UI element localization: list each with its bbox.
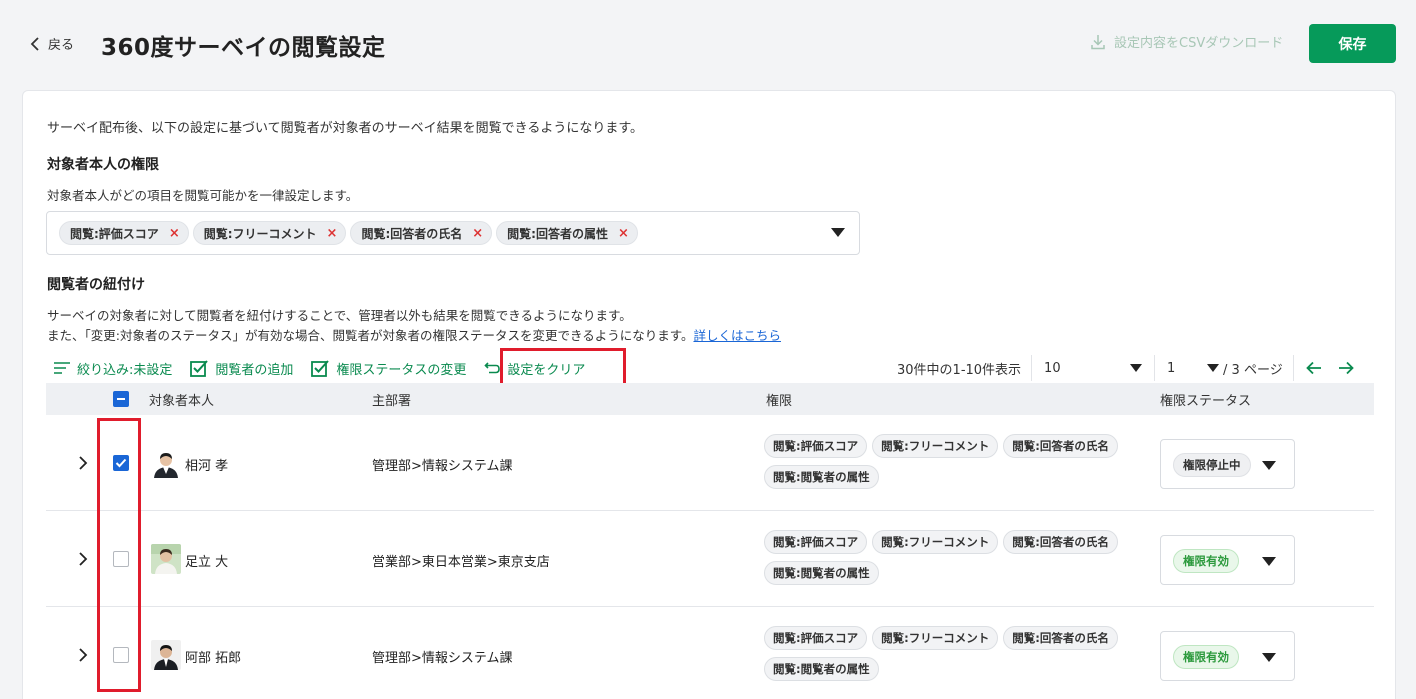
select-all-checkbox[interactable]: [113, 391, 129, 407]
permission-chip: 閲覧:評価スコア: [764, 626, 868, 650]
self-permission-multiselect[interactable]: 閲覧:評価スコア × 閲覧:フリーコメント × 閲覧:回答者の氏名 × 閲覧:回答者の…: [46, 211, 860, 255]
settings-card: サーベイ配布後、以下の設定に基づいて閲覧者が対象者のサーベイ結果を閲覧できるよう…: [22, 90, 1396, 699]
caret-down-icon: [1130, 364, 1143, 372]
arrow-left-icon[interactable]: [1305, 361, 1322, 375]
self-permission-heading: 対象者本人の権限: [47, 157, 159, 173]
avatar: [151, 544, 181, 574]
subject-name: 阿部 拓郎: [185, 651, 242, 666]
checkbox-column-highlight: [97, 418, 141, 692]
caret-down-icon[interactable]: [831, 228, 845, 237]
chevron-left-icon: [30, 36, 39, 51]
total-pages: / 3 ページ: [1223, 362, 1283, 378]
permission-chip: 閲覧:閲覧者の属性: [764, 561, 879, 585]
back-button[interactable]: 戻る: [30, 34, 74, 53]
divider: [1292, 355, 1294, 381]
avatar: [151, 448, 181, 478]
table-row: 阿部 拓郎 管理部>情報システム課 閲覧:評価スコア 閲覧:フリーコメント 閲覧…: [46, 607, 1374, 699]
caret-down-icon: [1262, 653, 1276, 662]
checkbox-add-icon: [190, 359, 209, 377]
status-select[interactable]: 権限有効: [1160, 535, 1295, 585]
table-row: 足立 大 営業部>東日本営業>東京支店 閲覧:評価スコア 閲覧:フリーコメント …: [46, 511, 1374, 607]
permission-chip: 閲覧:フリーコメント: [872, 530, 999, 554]
permission-chip: 閲覧:回答者の氏名: [1003, 434, 1118, 458]
self-permission-description: 対象者本人がどの項目を閲覧可能かを一律設定します。: [47, 188, 359, 203]
avatar: [151, 640, 181, 670]
permission-chip: 閲覧:フリーコメント ×: [192, 221, 347, 245]
status-badge: 権限有効: [1173, 645, 1239, 669]
subject-name: 相河 孝: [185, 459, 229, 474]
permission-chip: 閲覧:回答者の属性 ×: [496, 221, 638, 245]
column-header-subject: 対象者本人: [149, 394, 215, 409]
status-select[interactable]: 権限有効: [1160, 631, 1295, 681]
back-label: 戻る: [48, 38, 75, 53]
column-header-status: 権限ステータス: [1160, 394, 1252, 409]
remove-chip-icon[interactable]: ×: [169, 226, 180, 241]
subject-name: 足立 大: [185, 555, 229, 570]
remove-chip-icon[interactable]: ×: [327, 226, 338, 241]
viewer-link-description-2: また、「変更:対象者のステータス」が有効な場合、閲覧者が対象者の権限ステータスを…: [47, 328, 781, 343]
learn-more-link[interactable]: 詳しくはこちら: [693, 328, 781, 343]
permission-chip: 閲覧:回答者の氏名 ×: [350, 221, 493, 245]
permission-chip: 閲覧:回答者の氏名: [1003, 530, 1118, 554]
caret-down-icon: [1262, 557, 1276, 566]
caret-down-icon: [1207, 364, 1220, 372]
arrow-right-icon[interactable]: [1338, 361, 1354, 375]
add-viewer-button[interactable]: 閲覧者の追加: [190, 359, 293, 378]
permission-chip: 閲覧:回答者の氏名: [1003, 626, 1118, 650]
permission-chip: 閲覧:閲覧者の属性: [764, 657, 879, 681]
column-header-dept: 主部署: [372, 394, 412, 409]
intro-text: サーベイ配布後、以下の設定に基づいて閲覧者が対象者のサーベイ結果を閲覧できるよう…: [47, 121, 644, 136]
permission-chip: 閲覧:評価スコア: [764, 530, 868, 554]
department: 管理部>情報システム課: [372, 651, 513, 666]
page-header: 戻る 360度サーベイの閲覧設定 設定内容をCSVダウンロード 保存: [0, 0, 1416, 88]
pagination: 30件中の1-10件表示 10 1 / 3 ページ: [897, 355, 1354, 381]
page-title: 360度サーベイの閲覧設定: [101, 35, 386, 61]
remove-chip-icon[interactable]: ×: [618, 226, 629, 241]
per-page-select[interactable]: 10: [1044, 361, 1143, 376]
viewer-link-heading: 閲覧者の紐付け: [47, 277, 145, 293]
remove-chip-icon[interactable]: ×: [472, 226, 483, 241]
divider: [1154, 355, 1156, 381]
divider: [1031, 355, 1033, 381]
status-badge: 権限停止中: [1173, 453, 1251, 477]
download-icon: [1091, 34, 1105, 49]
checkbox-add-icon: [311, 359, 330, 377]
refresh-arrow-icon: [484, 361, 501, 373]
csv-download-button[interactable]: 設定内容をCSVダウンロード: [1090, 32, 1283, 51]
permission-chip: 閲覧:フリーコメント: [872, 626, 999, 650]
permission-chip: 閲覧:フリーコメント: [872, 434, 999, 458]
permission-chip: 閲覧:評価スコア ×: [59, 221, 189, 245]
permission-list: 閲覧:評価スコア 閲覧:フリーコメント 閲覧:回答者の氏名 閲覧:閲覧者の属性: [764, 434, 1154, 489]
department: 営業部>東日本営業>東京支店: [372, 555, 550, 570]
chevron-right-icon[interactable]: [78, 648, 88, 662]
permission-list: 閲覧:評価スコア 閲覧:フリーコメント 閲覧:回答者の氏名 閲覧:閲覧者の属性: [764, 626, 1154, 681]
page-select[interactable]: 1: [1167, 361, 1220, 376]
pagination-summary: 30件中の1-10件表示: [897, 362, 1022, 378]
viewer-link-description-1: サーベイの対象者に対して閲覧者を紐付けすることで、管理者以外も結果を閲覧できるよ…: [47, 308, 632, 323]
department: 管理部>情報システム課: [372, 459, 513, 474]
permission-chip: 閲覧:閲覧者の属性: [764, 465, 879, 489]
csv-download-label: 設定内容をCSVダウンロード: [1114, 36, 1284, 51]
change-status-button[interactable]: 権限ステータスの変更: [311, 359, 466, 378]
permission-list: 閲覧:評価スコア 閲覧:フリーコメント 閲覧:回答者の氏名 閲覧:閲覧者の属性: [764, 530, 1154, 585]
table-header: 対象者本人 主部署 権限 権限ステータス: [46, 383, 1374, 415]
chevron-right-icon[interactable]: [78, 456, 88, 470]
caret-down-icon: [1262, 461, 1276, 470]
column-header-permissions: 権限: [766, 394, 793, 409]
filter-button[interactable]: 絞り込み:未設定: [53, 359, 172, 378]
status-badge: 権限有効: [1173, 549, 1239, 573]
save-button[interactable]: 保存: [1309, 24, 1396, 63]
status-select[interactable]: 権限停止中: [1160, 439, 1295, 489]
permission-chip: 閲覧:評価スコア: [764, 434, 868, 458]
chevron-right-icon[interactable]: [78, 552, 88, 566]
table-row: 相河 孝 管理部>情報システム課 閲覧:評価スコア 閲覧:フリーコメント 閲覧:…: [46, 415, 1374, 511]
filter-lines-icon: [54, 362, 70, 374]
